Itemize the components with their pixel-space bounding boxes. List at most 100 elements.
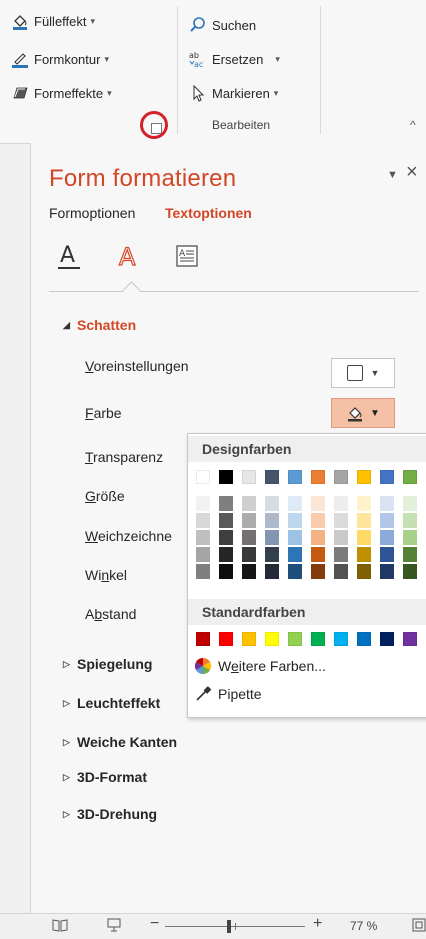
theme-color-swatch[interactable] <box>219 470 233 484</box>
theme-shade-swatch[interactable] <box>311 564 325 579</box>
replace-button[interactable]: ab ac Ersetzen ▾ <box>188 48 280 70</box>
theme-color-swatch[interactable] <box>403 470 417 484</box>
theme-shade-swatch[interactable] <box>311 513 325 528</box>
theme-shade-swatch[interactable] <box>311 547 325 562</box>
theme-shade-swatch[interactable] <box>242 530 256 545</box>
standard-color-swatch[interactable] <box>380 632 394 646</box>
select-button[interactable]: Markieren ▾ <box>188 82 278 104</box>
theme-shade-swatch[interactable] <box>265 513 279 528</box>
theme-shade-swatch[interactable] <box>219 496 233 511</box>
theme-shade-swatch[interactable] <box>288 513 302 528</box>
zoom-slider-thumb[interactable] <box>227 920 231 933</box>
text-effects-icon[interactable]: A <box>115 241 143 271</box>
section-reflection[interactable]: ▷ Spiegelung <box>63 656 152 672</box>
standard-color-swatch[interactable] <box>357 632 371 646</box>
theme-shade-swatch[interactable] <box>265 496 279 511</box>
theme-shade-swatch[interactable] <box>242 564 256 579</box>
zoom-level[interactable]: 77 % <box>350 919 377 933</box>
theme-shade-swatch[interactable] <box>265 530 279 545</box>
theme-shade-swatch[interactable] <box>288 530 302 545</box>
theme-shade-swatch[interactable] <box>380 513 394 528</box>
theme-shade-swatch[interactable] <box>219 513 233 528</box>
standard-color-swatch[interactable] <box>265 632 279 646</box>
theme-shade-swatch[interactable] <box>288 496 302 511</box>
presentation-mode-icon[interactable] <box>106 918 122 935</box>
theme-shade-swatch[interactable] <box>380 530 394 545</box>
zoom-out-button[interactable]: − <box>150 915 159 933</box>
theme-shade-swatch[interactable] <box>380 564 394 579</box>
theme-color-swatch[interactable] <box>265 470 279 484</box>
theme-color-swatch[interactable] <box>334 470 348 484</box>
text-fill-outline-icon[interactable]: A <box>55 241 83 271</box>
section-glow[interactable]: ▷ Leuchteffekt <box>63 695 160 711</box>
theme-shade-swatch[interactable] <box>196 496 210 511</box>
more-colors-item[interactable]: Weitere Farben... <box>192 654 326 678</box>
theme-shade-swatch[interactable] <box>357 564 371 579</box>
zoom-in-button[interactable]: + <box>313 915 322 933</box>
theme-shade-swatch[interactable] <box>311 496 325 511</box>
fit-to-window-icon[interactable] <box>412 918 426 935</box>
shadow-color-button[interactable]: ▼ <box>331 398 395 428</box>
theme-shade-swatch[interactable] <box>357 547 371 562</box>
theme-shade-swatch[interactable] <box>196 564 210 579</box>
theme-shade-swatch[interactable] <box>242 513 256 528</box>
theme-shade-swatch[interactable] <box>380 496 394 511</box>
standard-color-swatch[interactable] <box>334 632 348 646</box>
theme-shade-swatch[interactable] <box>196 513 210 528</box>
theme-shade-swatch[interactable] <box>311 530 325 545</box>
theme-color-swatch[interactable] <box>311 470 325 484</box>
shadow-presets-dropdown[interactable]: ▼ <box>331 358 395 388</box>
standard-color-swatch[interactable] <box>196 632 210 646</box>
theme-shade-swatch[interactable] <box>265 547 279 562</box>
search-button[interactable]: Suchen <box>188 14 256 36</box>
theme-shade-swatch[interactable] <box>242 547 256 562</box>
shape-outline-button[interactable]: Formkontur ▾ <box>10 48 109 70</box>
standard-color-swatch[interactable] <box>242 632 256 646</box>
theme-shade-swatch[interactable] <box>403 564 417 579</box>
theme-shade-swatch[interactable] <box>380 547 394 562</box>
theme-shade-swatch[interactable] <box>219 564 233 579</box>
theme-shade-swatch[interactable] <box>196 530 210 545</box>
theme-shade-swatch[interactable] <box>403 496 417 511</box>
standard-color-swatch[interactable] <box>311 632 325 646</box>
section-soft-edges[interactable]: ▷ Weiche Kanten <box>63 734 177 750</box>
theme-shade-swatch[interactable] <box>334 496 348 511</box>
theme-color-swatch[interactable] <box>380 470 394 484</box>
theme-shade-swatch[interactable] <box>403 530 417 545</box>
theme-color-swatch[interactable] <box>357 470 371 484</box>
eyedropper-item[interactable]: Pipette <box>192 682 262 706</box>
theme-shade-swatch[interactable] <box>334 530 348 545</box>
theme-shade-swatch[interactable] <box>288 547 302 562</box>
theme-shade-swatch[interactable] <box>219 547 233 562</box>
fill-effect-button[interactable]: Fülleffekt ▾ <box>10 10 95 32</box>
theme-shade-swatch[interactable] <box>334 547 348 562</box>
theme-shade-swatch[interactable] <box>242 496 256 511</box>
standard-color-swatch[interactable] <box>403 632 417 646</box>
theme-shade-swatch[interactable] <box>357 513 371 528</box>
theme-color-swatch[interactable] <box>242 470 256 484</box>
theme-shade-swatch[interactable] <box>403 513 417 528</box>
theme-shade-swatch[interactable] <box>403 547 417 562</box>
close-icon[interactable]: × <box>406 161 418 184</box>
theme-shade-swatch[interactable] <box>265 564 279 579</box>
pane-options-chevron-icon[interactable]: ▼ <box>387 169 398 181</box>
standard-color-swatch[interactable] <box>219 632 233 646</box>
section-3d-rotation[interactable]: ▷ 3D-Drehung <box>63 806 157 822</box>
theme-shade-swatch[interactable] <box>334 513 348 528</box>
theme-color-swatch[interactable] <box>288 470 302 484</box>
textbox-icon[interactable]: A <box>173 241 201 271</box>
read-mode-icon[interactable] <box>52 918 68 935</box>
tab-shape-options[interactable]: Formoptionen <box>49 205 135 221</box>
standard-color-swatch[interactable] <box>288 632 302 646</box>
theme-shade-swatch[interactable] <box>288 564 302 579</box>
theme-shade-swatch[interactable] <box>357 530 371 545</box>
shape-effects-button[interactable]: Formeffekte ▾ <box>10 82 112 104</box>
tab-text-options[interactable]: Textoptionen <box>165 205 252 221</box>
theme-color-swatch[interactable] <box>196 470 210 484</box>
section-3d-format[interactable]: ▷ 3D-Format <box>63 769 147 785</box>
theme-shade-swatch[interactable] <box>196 547 210 562</box>
section-shadow[interactable]: ◢ Schatten <box>63 317 136 333</box>
theme-shade-swatch[interactable] <box>357 496 371 511</box>
collapse-ribbon-icon[interactable]: ^ <box>410 118 416 132</box>
theme-shade-swatch[interactable] <box>219 530 233 545</box>
